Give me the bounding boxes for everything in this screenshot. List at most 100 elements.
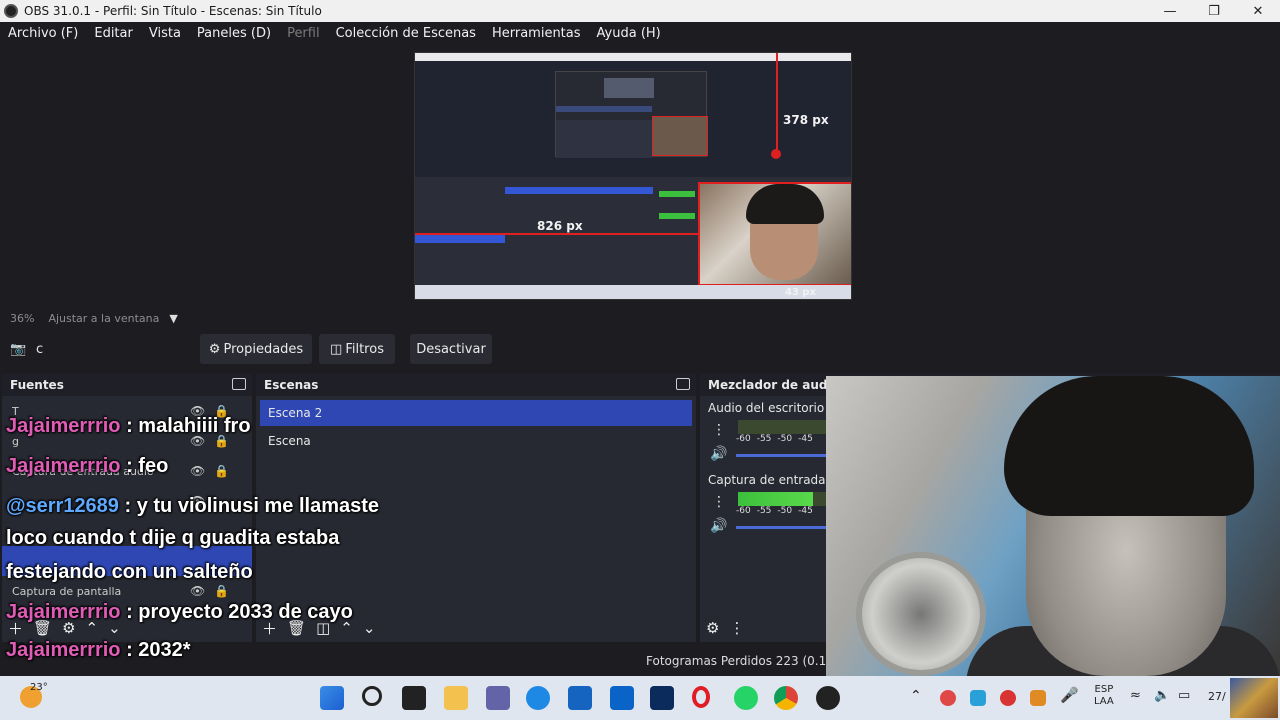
scene-label: Escena 2 [268, 406, 323, 420]
language-indicator[interactable]: ESP LAA [1094, 684, 1114, 708]
task-view-icon[interactable] [402, 686, 426, 710]
gear-icon[interactable]: ⚙ [706, 619, 719, 637]
gear-icon: ⚙ [208, 341, 221, 357]
scene-item[interactable]: Escena [260, 428, 692, 454]
lock-icon[interactable]: 🔒 [214, 464, 229, 478]
sources-header: Fuentes [2, 374, 252, 396]
maximize-icon[interactable]: ❐ [1192, 0, 1236, 22]
kebab-menu-icon[interactable]: ⋮ [712, 494, 726, 510]
scenes-title: Escenas [264, 378, 319, 392]
preview-canvas[interactable]: 378 px 826 px 43 px [414, 52, 852, 300]
mixer-title: Mezclador de audio [708, 378, 840, 392]
obs-logo-icon [4, 4, 18, 18]
undock-icon[interactable] [232, 378, 246, 390]
selected-source-name: c [36, 342, 44, 357]
mixer-channel-name: Audio del escritorio [708, 401, 825, 415]
audio-meter [738, 420, 826, 434]
battery-icon[interactable]: ▭ [1178, 688, 1190, 703]
filters-button[interactable]: ◫ Filtros [319, 334, 395, 364]
chevron-down-icon[interactable]: ⌄ [363, 619, 376, 637]
chevron-up-icon[interactable]: ⌃ [910, 688, 922, 704]
filters-label: Filtros [345, 341, 384, 357]
microphone-icon[interactable]: 🎤 [1060, 686, 1079, 704]
mixer-channel-name: Captura de entrada a [708, 473, 837, 487]
undock-icon[interactable] [676, 378, 690, 390]
speaker-icon[interactable]: 🔊 [710, 446, 727, 462]
zoom-fit-label[interactable]: Ajustar a la ventana [48, 312, 159, 325]
store-icon[interactable] [568, 686, 592, 710]
opera-icon[interactable] [692, 686, 710, 708]
camera-icon: 📷 [10, 342, 27, 357]
menu-paneles[interactable]: Paneles (D) [189, 26, 279, 41]
tray-icon[interactable] [940, 690, 956, 706]
eye-icon[interactable]: 👁 [190, 464, 205, 478]
menu-vista[interactable]: Vista [141, 26, 189, 41]
kebab-menu-icon[interactable]: ⋮ [729, 619, 744, 637]
dropped-frames: Fotogramas Perdidos 223 (0.1%) [646, 654, 843, 668]
menu-bar: Archivo (F) Editar Vista Paneles (D) Per… [0, 22, 1280, 44]
volume-icon[interactable]: 🔈 [1154, 688, 1170, 703]
file-explorer-icon[interactable] [444, 686, 468, 710]
teams-icon[interactable] [486, 686, 510, 710]
chat-message: loco cuando t dije q guadita estaba [6, 527, 340, 549]
obs-taskbar-icon[interactable] [816, 686, 840, 710]
zoom-percent: 36% [10, 311, 35, 325]
preview-offset-label: 43 px [785, 287, 817, 298]
taskbar: 23° ⌃ 🎤 ESP LAA ≈ 🔈 ▭ 27/ [0, 676, 1280, 720]
fan-image [856, 552, 986, 676]
chat-message: festejando con un salteño [6, 561, 253, 583]
menu-herramientas[interactable]: Herramientas [484, 26, 589, 41]
properties-button[interactable]: ⚙ Propiedades [200, 334, 312, 364]
close-icon[interactable]: ✕ [1236, 0, 1280, 22]
prime-video-icon[interactable] [650, 686, 674, 710]
menu-ayuda[interactable]: Ayuda (H) [589, 26, 669, 41]
tray-icon[interactable] [1030, 690, 1046, 706]
edge-icon[interactable] [526, 686, 550, 710]
preview-nested-titlebar [415, 53, 851, 61]
tray-icon[interactable] [1000, 690, 1016, 706]
chat-message: Jajaimerrrio : feo [6, 455, 169, 477]
kebab-menu-icon[interactable]: ⋮ [712, 422, 726, 438]
scene-label: Escena [268, 434, 311, 448]
volume-slider[interactable] [736, 526, 826, 529]
chat-message: Jajaimerrrio : malahiiii fro [6, 415, 251, 437]
properties-label: Propiedades [223, 341, 304, 357]
preview-width-label: 826 px [537, 219, 583, 233]
search-icon[interactable] [362, 686, 382, 706]
notification-thumbnail[interactable] [1230, 678, 1278, 718]
chevron-down-icon[interactable]: ▼ [169, 312, 177, 325]
menu-archivo[interactable]: Archivo (F) [0, 26, 86, 41]
meter-scale: -60 -55 -50 -45 [736, 506, 813, 516]
menu-coleccion-escenas[interactable]: Colección de Escenas [328, 26, 484, 41]
zoom-bar: 36% Ajustar a la ventana ▼ [0, 308, 1280, 328]
speaker-icon[interactable]: 🔊 [710, 518, 727, 534]
clock[interactable]: 27/ [1208, 690, 1226, 703]
scene-item-selected[interactable]: Escena 2 [260, 400, 692, 426]
whatsapp-icon[interactable] [734, 686, 758, 710]
eye-icon[interactable]: 👁 [190, 584, 205, 598]
preview-nested-obs [555, 71, 708, 158]
minimize-icon[interactable]: — [1148, 0, 1192, 22]
outlook-icon[interactable] [610, 686, 634, 710]
menu-editar[interactable]: Editar [86, 26, 141, 41]
preview-height-label: 378 px [783, 113, 829, 127]
source-label: Captura de pantalla [12, 584, 122, 598]
wifi-icon[interactable]: ≈ [1130, 688, 1141, 703]
windows-start-icon[interactable] [320, 686, 344, 710]
lock-icon[interactable]: 🔒 [214, 584, 229, 598]
audio-meter [738, 492, 826, 506]
sources-title: Fuentes [10, 378, 64, 392]
volume-slider[interactable] [736, 454, 826, 457]
tray-icon[interactable] [970, 690, 986, 706]
source-toolbar: 📷 c ⚙ Propiedades ◫ Filtros Desactivar [0, 330, 1280, 370]
chat-message: Jajaimerrrio : proyecto 2033 de cayo [6, 601, 353, 623]
preview-webcam-source[interactable] [698, 182, 851, 286]
weather-temp: 23° [30, 682, 48, 693]
chrome-icon[interactable] [774, 686, 798, 710]
meter-scale: -60 -55 -50 -45 [736, 434, 813, 444]
chat-message: @serr12689 : y tu violinusi me llamaste [6, 495, 380, 517]
scenes-header: Escenas [256, 374, 696, 396]
webcam-overlay [826, 376, 1280, 676]
deactivate-label: Desactivar [416, 341, 486, 357]
deactivate-button[interactable]: Desactivar [410, 334, 492, 364]
